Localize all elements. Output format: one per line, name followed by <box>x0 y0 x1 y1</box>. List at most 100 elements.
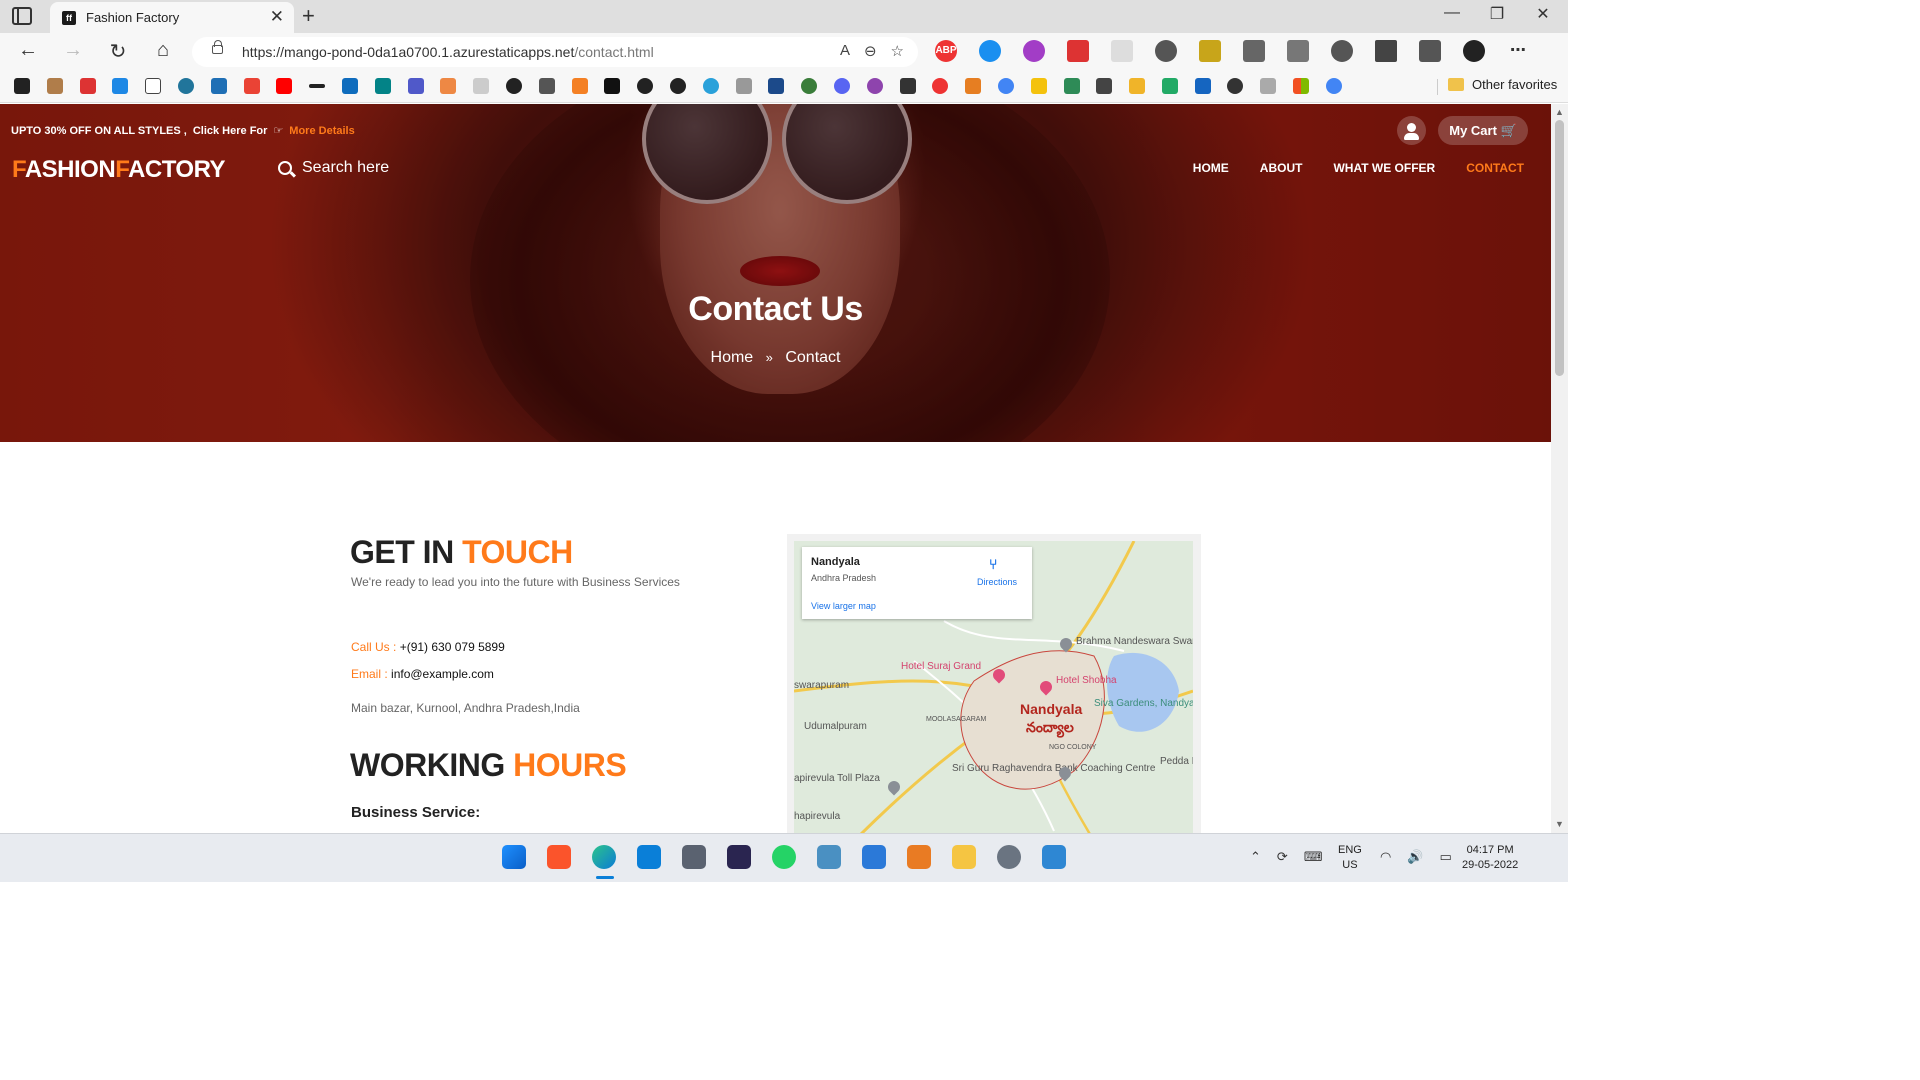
monitor-icon[interactable] <box>817 845 841 869</box>
refresh-icon[interactable]: ↻ <box>103 39 133 64</box>
microsoft-icon[interactable] <box>1293 78 1310 94</box>
screenshot-icon[interactable] <box>1419 40 1441 62</box>
email-link[interactable]: info@example.com <box>391 667 494 681</box>
bookmark-icon[interactable] <box>112 78 129 94</box>
url-field[interactable]: https://mango-pond-0da1a0700.1.azurestat… <box>192 37 918 67</box>
bookmark-icon[interactable] <box>932 78 949 94</box>
clock[interactable]: 04:17 PM 29-05-2022 <box>1462 843 1518 873</box>
page-scrollbar[interactable]: ▲ ▼ <box>1551 104 1568 833</box>
outlook-icon[interactable] <box>341 78 358 94</box>
collections-icon[interactable] <box>1287 40 1309 62</box>
bookmark-icon[interactable] <box>1161 78 1178 94</box>
more-menu-icon[interactable]: ⋯ <box>1507 40 1529 62</box>
menu-what-we-offer[interactable]: WHAT WE OFFER <box>1333 161 1435 175</box>
github-icon[interactable] <box>637 78 654 94</box>
brave-icon[interactable] <box>547 845 571 869</box>
forward-icon[interactable]: → <box>58 39 88 62</box>
menu-about[interactable]: ABOUT <box>1260 161 1303 175</box>
other-favorites[interactable]: Other favorites <box>1448 77 1557 92</box>
google-icon[interactable] <box>997 78 1014 94</box>
file-explorer-icon[interactable] <box>952 845 976 869</box>
history-icon[interactable] <box>1331 40 1353 62</box>
bookmark-icon[interactable] <box>1129 78 1146 94</box>
view-larger-map-link[interactable]: View larger map <box>811 601 876 611</box>
amazon-music-icon[interactable] <box>727 845 751 869</box>
directions-link[interactable]: Directions <box>977 577 1017 587</box>
browser-tab[interactable]: ff Fashion Factory ✕ <box>50 2 294 33</box>
menu-home[interactable]: HOME <box>1193 161 1229 175</box>
bookmark-icon[interactable] <box>1030 78 1047 94</box>
chevron-up-icon[interactable]: ⌃ <box>1250 849 1261 865</box>
tab-actions-icon[interactable] <box>12 7 32 25</box>
bookmark-icon[interactable] <box>604 78 621 94</box>
bookmark-icon[interactable] <box>538 78 555 94</box>
scroll-thumb[interactable] <box>1555 120 1564 376</box>
zoom-icon[interactable]: ⊖ <box>864 42 877 60</box>
speed-ext-icon[interactable] <box>1155 40 1177 62</box>
more-details-link[interactable]: More Details <box>289 125 354 137</box>
bookmark-icon[interactable] <box>1096 78 1113 94</box>
minimize-icon[interactable]: — <box>1429 4 1475 22</box>
google-map[interactable]: Nandyala Andhra Pradesh ⑂ Directions Vie… <box>794 541 1193 833</box>
add-favorite-icon[interactable]: ☆ <box>891 42 904 60</box>
back-icon[interactable]: ← <box>13 39 43 62</box>
bookmark-icon[interactable] <box>571 78 588 94</box>
notepad-icon[interactable] <box>862 845 886 869</box>
directions-icon[interactable]: ⑂ <box>989 557 1001 571</box>
new-tab-icon[interactable]: + <box>302 3 315 29</box>
extensions-icon[interactable] <box>1243 40 1265 62</box>
bookmark-icon[interactable] <box>440 78 457 94</box>
bookmark-icon[interactable] <box>1260 78 1277 94</box>
github-icon[interactable] <box>669 78 686 94</box>
bookmark-icon[interactable] <box>145 78 162 94</box>
home-icon[interactable]: ⌂ <box>148 39 178 62</box>
scroll-up-icon[interactable]: ▲ <box>1555 107 1564 117</box>
read-aloud-icon[interactable]: A <box>840 42 850 60</box>
wordpress-icon[interactable] <box>177 78 194 94</box>
palette-ext-icon[interactable] <box>1199 40 1221 62</box>
bookmark-icon[interactable] <box>899 78 916 94</box>
whatsapp-icon[interactable] <box>772 845 796 869</box>
bookmark-icon[interactable] <box>14 78 30 94</box>
site-logo[interactable]: FASHIONFACTORY <box>12 156 226 184</box>
bookmark-icon[interactable] <box>965 78 982 94</box>
bookmark-icon[interactable] <box>1194 78 1211 94</box>
bookmark-icon[interactable] <box>801 78 818 94</box>
start-icon[interactable] <box>502 845 526 869</box>
tab-close-icon[interactable]: ✕ <box>270 7 284 27</box>
shazam-ext-icon[interactable] <box>979 40 1001 62</box>
keyboard-icon[interactable]: ⌨ <box>1304 849 1323 865</box>
block-ext-icon[interactable] <box>1023 40 1045 62</box>
search-box[interactable]: Search here <box>278 159 389 177</box>
lock-icon[interactable] <box>212 40 223 54</box>
language-indicator[interactable]: ENG US <box>1338 843 1362 873</box>
bookmark-icon[interactable] <box>46 78 63 94</box>
wifi-icon[interactable]: ◠ <box>1380 849 1391 865</box>
scroll-down-icon[interactable]: ▼ <box>1555 819 1564 829</box>
teams-icon[interactable] <box>407 78 424 94</box>
bookmark-icon[interactable] <box>768 78 785 94</box>
youtube-icon[interactable] <box>276 78 293 94</box>
sharepoint-icon[interactable] <box>374 78 391 94</box>
snip-icon[interactable] <box>907 845 931 869</box>
gmail-icon[interactable] <box>243 78 260 94</box>
discord-icon[interactable] <box>833 78 850 94</box>
bookmark-icon[interactable] <box>473 78 490 94</box>
camera-icon[interactable] <box>682 845 706 869</box>
edge-icon[interactable] <box>592 845 616 869</box>
breadcrumb-home[interactable]: Home <box>711 349 754 366</box>
volume-icon[interactable]: 🔊 <box>1407 849 1423 865</box>
photos-icon[interactable] <box>1042 845 1066 869</box>
bookmark-icon[interactable] <box>309 84 326 88</box>
bookmark-icon[interactable] <box>1227 78 1244 94</box>
vscode-icon[interactable] <box>637 845 661 869</box>
google-icon[interactable] <box>1325 78 1342 94</box>
window-close-icon[interactable]: ✕ <box>1520 4 1566 24</box>
bookmark-icon[interactable] <box>1063 78 1080 94</box>
settings-icon[interactable] <box>997 845 1021 869</box>
bookmark-icon[interactable] <box>505 78 522 94</box>
my-cart-button[interactable]: My Cart 🛒 <box>1438 116 1528 145</box>
bookmark-icon[interactable] <box>79 78 96 94</box>
downloads-icon[interactable] <box>1375 40 1397 62</box>
restore-icon[interactable]: ❐ <box>1474 4 1520 24</box>
